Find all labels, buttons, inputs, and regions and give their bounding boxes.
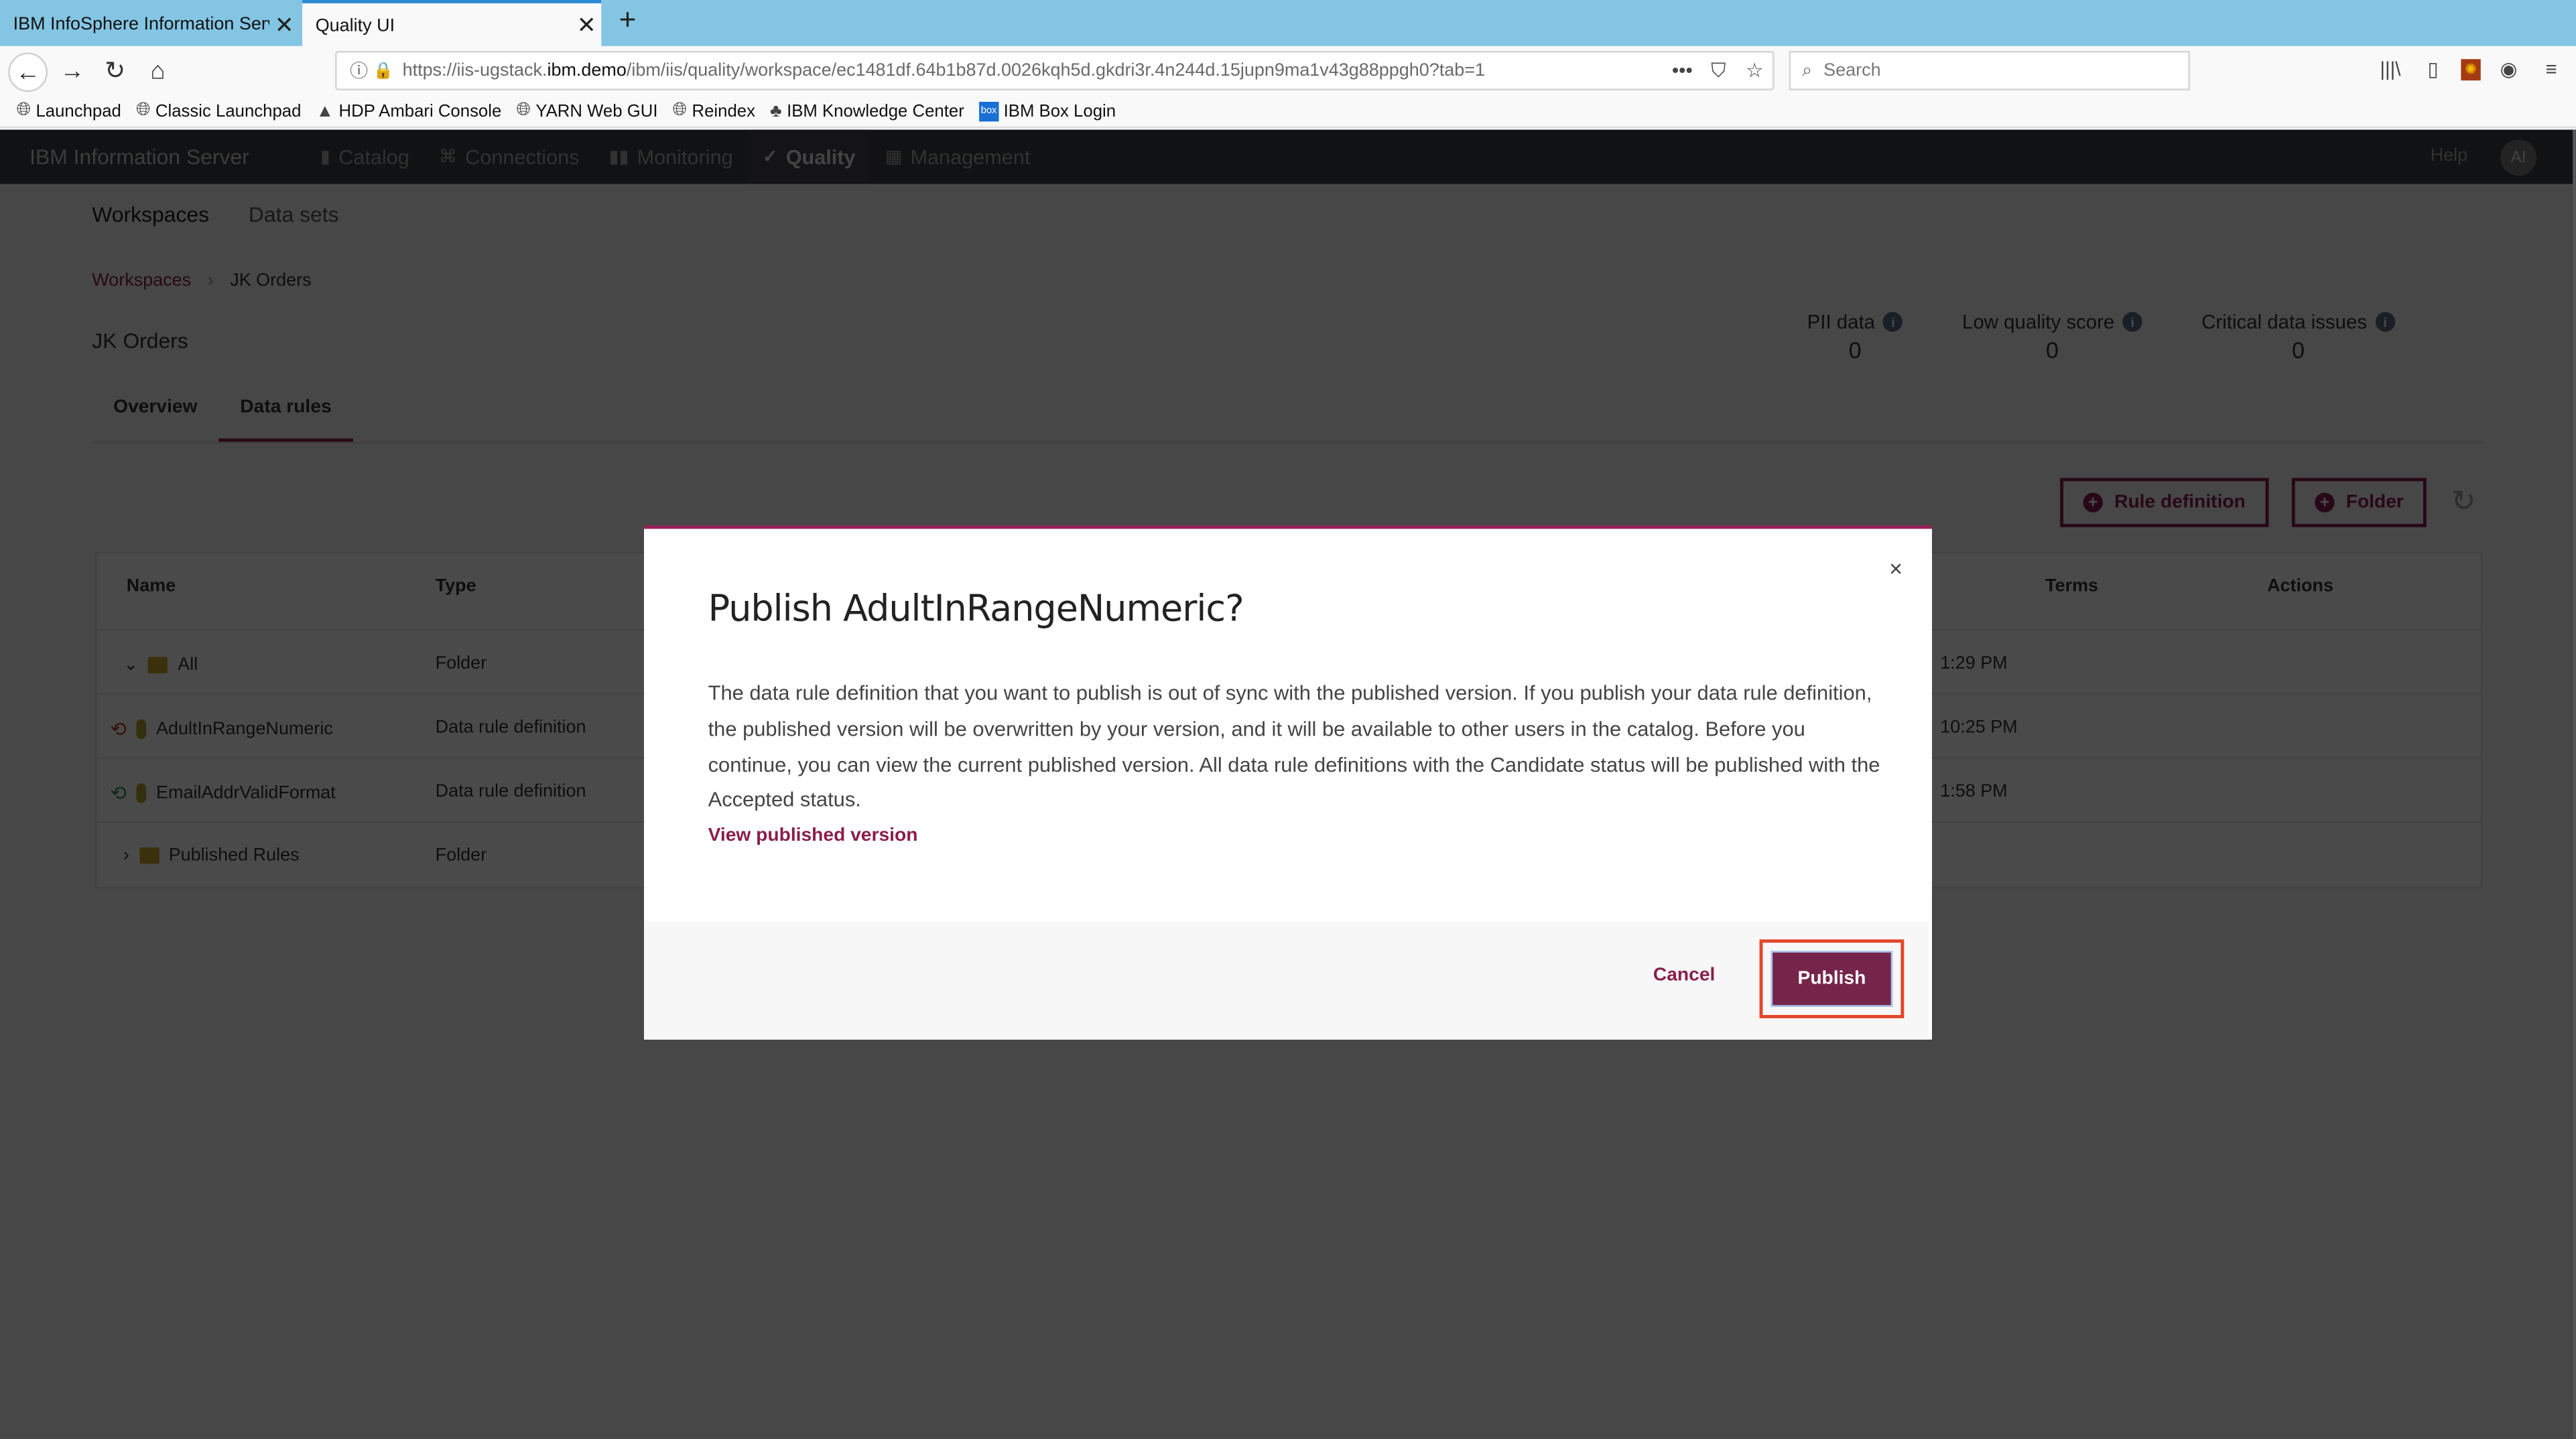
- bookmark-box-login[interactable]: box IBM Box Login: [978, 100, 1116, 121]
- globe-icon: 🌐︎: [516, 100, 531, 120]
- address-bar[interactable]: ⓘ 🔒 https://iis-ugstack.ibm.demo/ibm/iis…: [335, 50, 1775, 90]
- publish-dialog: × Publish AdultInRangeNumeric? The data …: [643, 525, 1932, 1040]
- bookmarks-bar: 🌐︎ Launchpad 🌐︎ Classic Launchpad ▲ HDP Amb…: [0, 95, 2576, 129]
- bookmark-knowledge-center[interactable]: ♣ IBM Knowledge Center: [770, 101, 964, 121]
- knowledge-center-icon: ♣: [770, 100, 782, 121]
- ambari-icon: ▲: [316, 100, 334, 121]
- browser-toolbar: ← → ↻ ⌂ ⓘ 🔒 https://iis-ugstack.ibm.demo…: [0, 46, 2576, 96]
- cancel-button[interactable]: Cancel: [1643, 964, 1725, 987]
- bookmark-label: Classic Launchpad: [155, 100, 302, 121]
- bookmark-yarn[interactable]: 🌐︎ YARN Web GUI: [516, 100, 657, 122]
- bookmark-label: Launchpad: [36, 100, 121, 121]
- url-prefix: https://iis-ugstack.: [402, 60, 548, 81]
- library-icon[interactable]: |||\: [2376, 52, 2405, 85]
- highlight-box: Publish: [1759, 939, 1905, 1018]
- pocket-icon[interactable]: ⛉: [1700, 58, 1736, 83]
- screen: IBM InfoSphere Information Server ✕ Qual…: [0, 0, 2576, 1439]
- view-published-version-link[interactable]: View published version: [708, 826, 918, 845]
- browser-tab-bar: IBM InfoSphere Information Server ✕ Qual…: [0, 0, 2576, 48]
- bookmark-label: IBM Box Login: [1003, 100, 1116, 121]
- search-placeholder: Search: [1823, 60, 1881, 81]
- dialog-footer: Cancel Publish: [643, 921, 1929, 1040]
- forward-arrow-icon[interactable]: →: [54, 52, 90, 88]
- url-text[interactable]: https://iis-ugstack.ibm.demo/ibm/iis/qua…: [403, 61, 1665, 80]
- bookmark-classic-launchpad[interactable]: 🌐︎ Classic Launchpad: [136, 100, 301, 122]
- bookmark-launchpad[interactable]: 🌐︎ Launchpad: [17, 100, 121, 122]
- close-icon[interactable]: ×: [1882, 555, 1909, 581]
- bookmark-label: Reindex: [692, 100, 755, 121]
- browser-tab-active[interactable]: Quality UI ✕: [302, 0, 602, 48]
- dialog-title: Publish AdultInRangeNumeric?: [708, 590, 1244, 631]
- search-input[interactable]: ⌕ Search: [1789, 50, 2190, 90]
- bookmark-reindex[interactable]: 🌐︎ Reindex: [673, 100, 755, 122]
- globe-icon: 🌐︎: [16, 100, 31, 120]
- box-icon: box: [978, 100, 999, 121]
- insecure-lock-icon[interactable]: 🔒: [373, 62, 395, 80]
- dialog-message: The data rule definition that you want t…: [708, 681, 1880, 812]
- info-icon[interactable]: ⓘ: [350, 58, 373, 84]
- url-domain: ibm.demo: [547, 60, 627, 81]
- bookmark-label: HDP Ambari Console: [338, 100, 502, 121]
- plus-icon[interactable]: +: [611, 3, 644, 38]
- more-actions-icon[interactable]: •••: [1664, 59, 1700, 82]
- reload-icon[interactable]: ↻: [97, 52, 133, 88]
- window-edge: [2573, 129, 2576, 1439]
- tab-label: IBM InfoSphere Information Server: [13, 15, 270, 35]
- sidebar-icon[interactable]: ▯: [2419, 52, 2448, 85]
- globe-icon: 🌐︎: [135, 100, 151, 120]
- menu-icon[interactable]: ≡: [2536, 52, 2566, 85]
- home-icon[interactable]: ⌂: [139, 52, 176, 88]
- close-tab-icon[interactable]: ✕: [572, 11, 601, 40]
- toolbar-icons: |||\ ▯ ✺ ◉ ≡: [2376, 52, 2566, 85]
- account-icon[interactable]: ◉: [2494, 52, 2523, 85]
- bookmark-label: YARN Web GUI: [535, 100, 658, 121]
- browser-tab[interactable]: IBM InfoSphere Information Server ✕: [0, 3, 299, 46]
- search-icon: ⌕: [1802, 60, 1813, 80]
- tab-label: Quality UI: [315, 15, 395, 36]
- bookmark-star-icon[interactable]: ☆: [1736, 59, 1773, 82]
- extension-icon[interactable]: ✺: [2461, 58, 2481, 80]
- bookmark-hdp-ambari[interactable]: ▲ HDP Ambari Console: [316, 101, 501, 121]
- back-arrow-icon[interactable]: ←: [8, 52, 48, 92]
- publish-button[interactable]: Publish: [1770, 951, 1893, 1007]
- url-path: /ibm/iis/quality/workspace/ec1481df.64b1…: [626, 60, 1486, 81]
- bookmark-label: IBM Knowledge Center: [787, 100, 964, 121]
- globe-icon: 🌐︎: [672, 100, 688, 120]
- close-tab-icon[interactable]: ✕: [269, 11, 299, 39]
